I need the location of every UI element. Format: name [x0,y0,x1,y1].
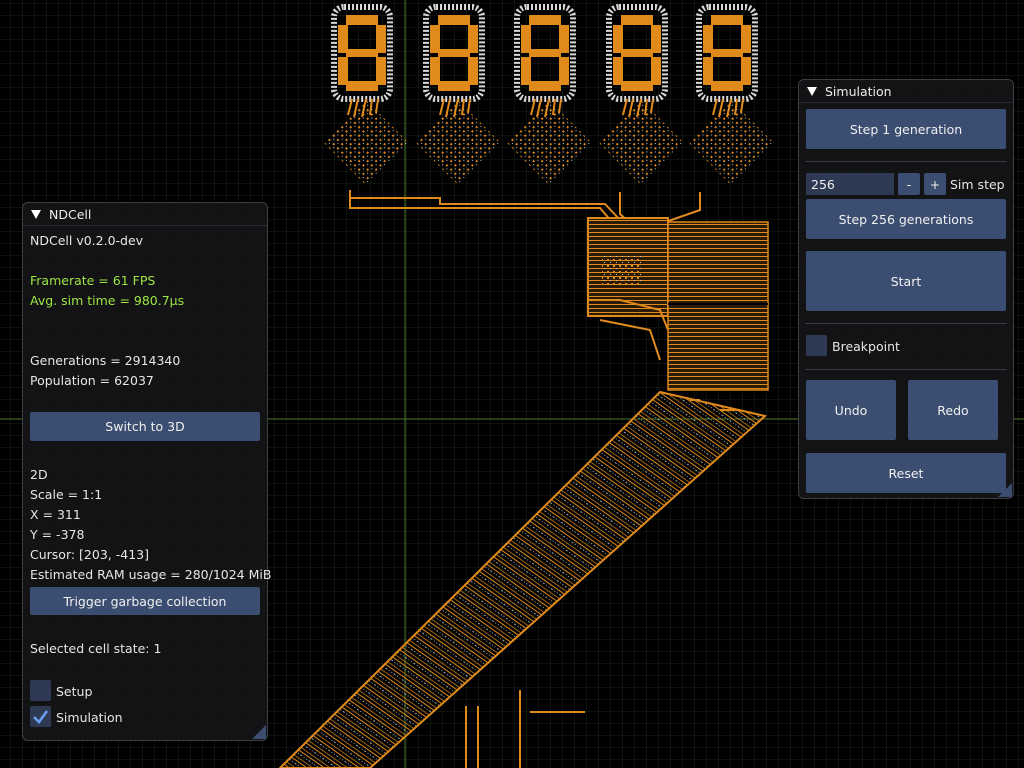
separator [805,369,1007,370]
x-coordinate-text: X = 311 [30,507,81,522]
simulation-panel-header[interactable]: Simulation [799,80,1013,103]
sim-time-text: Avg. sim time = 980.7μs [30,293,185,308]
checkmark-icon [33,710,49,724]
undo-button[interactable]: Undo [806,380,896,440]
setup-label: Setup [56,684,93,699]
simulation-label: Simulation [56,710,123,725]
ndcell-panel: NDCell NDCell v0.2.0-dev Framerate = 61 … [22,202,272,741]
panel-title: Simulation [825,83,892,99]
redo-button[interactable]: Redo [908,380,998,440]
selected-cell-state-text: Selected cell state: 1 [30,641,162,656]
decrement-button[interactable]: - [898,173,920,195]
generations-text: Generations = 2914340 [30,353,181,368]
sim-step-input[interactable]: 256 [806,173,894,195]
version-text: NDCell v0.2.0-dev [30,233,144,248]
ndcell-panel-header[interactable]: NDCell [23,203,267,226]
sim-step-label: Sim step [950,177,1005,192]
panel-title: NDCell [49,206,92,222]
scale-text: Scale = 1:1 [30,487,103,502]
garbage-collection-button[interactable]: Trigger garbage collection [30,587,260,615]
switch-3d-button[interactable]: Switch to 3D [30,412,260,441]
framerate-text: Framerate = 61 FPS [30,273,156,288]
mode-text: 2D [30,467,48,482]
resize-grip-icon[interactable] [252,725,266,739]
separator [805,323,1007,324]
simulation-panel: Simulation Step 1 generation 256 - + Sim… [798,79,1014,499]
reset-button[interactable]: Reset [806,453,1006,493]
separator [805,161,1007,162]
breakpoint-checkbox[interactable] [806,335,827,356]
collapse-triangle-icon[interactable] [807,86,817,96]
setup-checkbox[interactable] [30,680,51,701]
population-text: Population = 62037 [30,373,154,388]
simulation-checkbox[interactable] [30,706,51,727]
y-coordinate-text: Y = -378 [30,527,85,542]
collapse-triangle-icon[interactable] [31,209,41,219]
increment-button[interactable]: + [924,173,946,195]
resize-grip-icon[interactable] [998,483,1012,497]
breakpoint-label: Breakpoint [832,339,900,354]
start-button[interactable]: Start [806,251,1006,311]
step-n-generations-button[interactable]: Step 256 generations [806,199,1006,239]
step-1-generation-button[interactable]: Step 1 generation [806,109,1006,149]
cursor-text: Cursor: [203, -413] [30,547,149,562]
ram-usage-text: Estimated RAM usage = 280/1024 MiB [30,567,272,582]
